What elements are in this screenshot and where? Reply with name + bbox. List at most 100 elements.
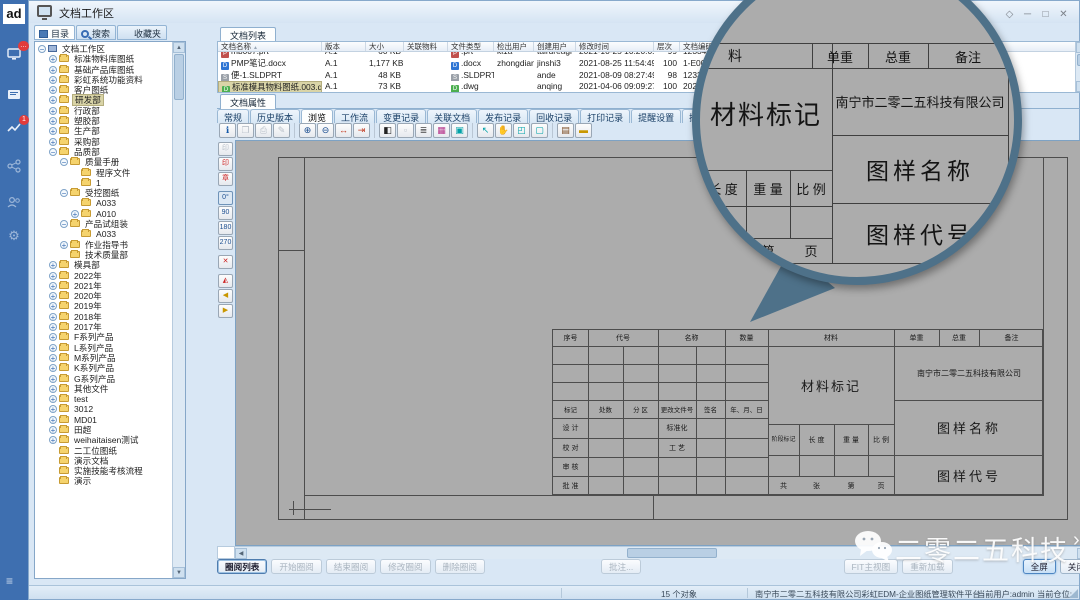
rotate-180-icon[interactable]: 180 (218, 221, 233, 235)
ruler-icon[interactable]: ▬ (575, 123, 592, 138)
tree-item[interactable]: + 研发部 (49, 95, 172, 105)
expand-toggle-icon[interactable]: + (49, 96, 57, 104)
tree-item-label[interactable]: MD01 (72, 415, 99, 425)
column-header[interactable]: 版本 (322, 42, 366, 52)
column-header[interactable]: 大小 (366, 42, 404, 52)
contrast-icon[interactable]: ◧ (379, 123, 396, 138)
tree-item-label[interactable]: 田超 (72, 425, 93, 435)
tree-item[interactable]: +其他文件 (49, 384, 172, 394)
tab-search[interactable]: 搜索 (76, 25, 116, 40)
props-tab-工作流[interactable]: 工作流 (334, 109, 375, 123)
scroll-thumb[interactable] (174, 54, 184, 100)
color-mode-icon[interactable]: ▦ (433, 123, 450, 138)
tree-item[interactable]: + MD01 (49, 415, 172, 425)
tree-item[interactable]: +作业指导书 (60, 240, 172, 250)
tree-item-label[interactable]: 2020年 (72, 291, 104, 301)
tree-item[interactable]: 演示文档 (49, 456, 172, 466)
monitor-icon[interactable]: … (6, 46, 22, 62)
tree-item[interactable]: +3012 (49, 404, 172, 414)
tree-item-label[interactable]: 2018年 (72, 312, 104, 322)
expand-toggle-icon[interactable]: + (49, 107, 57, 115)
tree-item[interactable]: A033 (71, 229, 172, 239)
tree-item[interactable]: +田超 (49, 425, 172, 435)
tree-item-label[interactable]: 质量手册 (83, 157, 121, 167)
tree-item-label[interactable]: 产品试组装 (83, 219, 130, 229)
mirror-icon[interactable]: ◭ (218, 274, 233, 288)
image-icon[interactable]: ▤ (557, 123, 574, 138)
tree-item[interactable]: +基础产品库图纸 (49, 65, 172, 75)
expand-toggle-icon[interactable]: + (49, 138, 57, 146)
props-tab-关联文档[interactable]: 关联文档 (427, 109, 477, 123)
props-tab-历史版本[interactable]: 历史版本 (250, 109, 300, 123)
column-header[interactable]: 修改时间 (576, 42, 654, 52)
expand-toggle-icon[interactable]: − (49, 148, 57, 156)
column-header[interactable]: 关联物料 (404, 42, 448, 52)
rotate-0-icon[interactable]: 0° (218, 191, 233, 205)
tree-item[interactable]: +行政部 (49, 106, 172, 116)
share-icon[interactable] (6, 158, 22, 174)
zoom-window-icon[interactable]: ◰ (513, 123, 530, 138)
tree-item[interactable]: +塑胶部 (49, 116, 172, 126)
tree-item-label[interactable]: 标准物料库图纸 (72, 54, 136, 64)
expand-toggle-icon[interactable]: + (49, 405, 57, 413)
tree-item-label[interactable]: A033 (94, 229, 118, 239)
tab-favorites[interactable]: 收藏夹 (117, 25, 167, 40)
tree-item[interactable]: +2018年 (49, 312, 172, 322)
expand-toggle-icon[interactable]: + (49, 385, 57, 393)
expand-toggle-icon[interactable]: + (49, 313, 57, 321)
button-全屏[interactable]: 全屏 (1023, 559, 1056, 574)
expand-toggle-icon[interactable]: + (49, 55, 57, 63)
tree-item-label[interactable]: 品质部 (72, 147, 102, 157)
tree-item-label[interactable]: F系列产品 (72, 332, 116, 342)
expand-toggle-icon[interactable]: + (49, 86, 57, 94)
expand-toggle-icon[interactable]: + (49, 323, 57, 331)
tree-item[interactable]: +A010 (71, 209, 172, 219)
tree-item[interactable]: +彩虹系统功能资料 (49, 75, 172, 85)
fit-width-icon[interactable]: ↔ (335, 123, 352, 138)
tree-item-label[interactable]: 研发部 (72, 94, 104, 106)
copy-icon[interactable]: ❐ (237, 123, 254, 138)
gear-icon[interactable]: ⚙ (6, 228, 22, 244)
expand-toggle-icon[interactable]: + (49, 127, 57, 135)
tree-item[interactable]: +2017年 (49, 322, 172, 332)
tree-item-label[interactable]: 文档工作区 (60, 44, 107, 54)
close-button[interactable]: ✕ (1056, 9, 1071, 20)
tree-item[interactable]: +G系列产品 (49, 374, 172, 384)
tree-item[interactable]: − 品质部 (49, 147, 172, 157)
settings-button[interactable]: ◇ (1002, 9, 1017, 20)
tree-item-label[interactable]: 1 (94, 178, 103, 188)
column-header[interactable]: 文件类型 (448, 42, 494, 52)
tree-item-label[interactable]: A033 (94, 198, 118, 208)
tree-item[interactable]: −产品试组装 (60, 219, 172, 229)
tree-item[interactable]: −受控图纸 (60, 188, 172, 198)
tree-scrollbar[interactable]: ▲ ▼ (172, 42, 185, 578)
expand-toggle-icon[interactable]: + (49, 261, 57, 269)
tree-item-label[interactable]: 二工位图纸 (72, 446, 119, 456)
tree-item-label[interactable]: 生产部 (72, 126, 102, 136)
tree-item[interactable]: 二工位图纸 (49, 446, 172, 456)
tree-item[interactable]: −文档工作区 (38, 44, 172, 54)
expand-toggle-icon[interactable]: + (49, 416, 57, 424)
props-tab-浏览[interactable]: 浏览 (301, 109, 333, 123)
tree-item-label[interactable]: K系列产品 (72, 363, 116, 373)
expand-toggle-icon[interactable]: + (49, 292, 57, 300)
tree-item[interactable]: 演示 (49, 476, 172, 486)
fit-page-icon[interactable]: ⇥ (353, 123, 370, 138)
expand-toggle-icon[interactable]: + (49, 436, 57, 444)
button-关闭[interactable]: 关闭 (1060, 559, 1080, 574)
tab-document-properties[interactable]: 文档属性 (220, 94, 276, 109)
tree-item-label[interactable]: 彩虹系统功能资料 (72, 75, 145, 85)
expand-toggle-icon[interactable]: + (49, 66, 57, 74)
column-header[interactable]: 检出用户 (494, 42, 534, 52)
layers-icon[interactable]: ≣ (415, 123, 432, 138)
tree-item[interactable]: + 生产部 (49, 126, 172, 136)
tree-item-label[interactable]: weihaitaisen测试 (72, 435, 140, 445)
rotate-270-icon[interactable]: 270 (218, 236, 233, 250)
minimize-button[interactable]: ─ (1020, 9, 1035, 20)
scroll-left-icon[interactable]: ◀ (235, 548, 247, 559)
column-header[interactable]: 创建用户 (534, 42, 576, 52)
scroll-down-icon[interactable]: ▼ (173, 567, 185, 578)
frame-icon[interactable]: ▣ (451, 123, 468, 138)
column-header[interactable]: 文档名称▲ (218, 42, 322, 52)
tree-item[interactable]: A033 (71, 198, 172, 208)
